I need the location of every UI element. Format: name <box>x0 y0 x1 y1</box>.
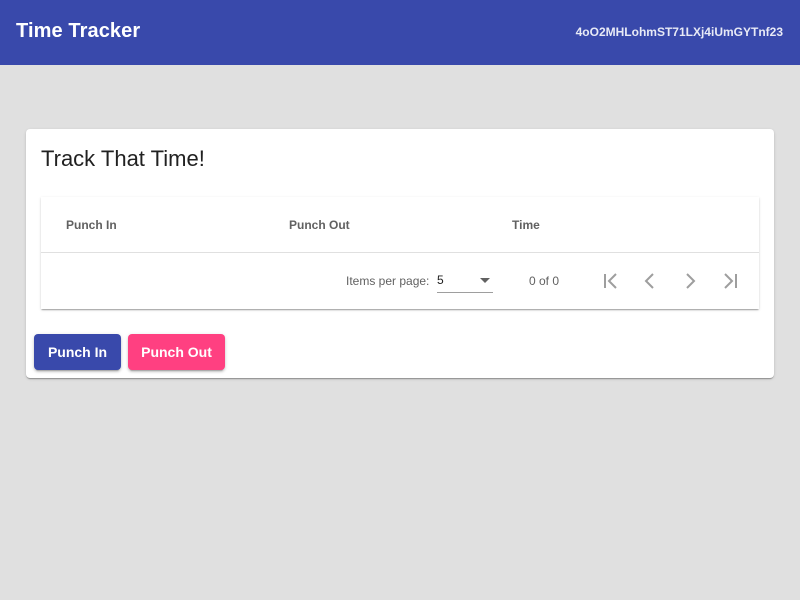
previous-page-icon <box>644 273 654 289</box>
column-header-punch-out[interactable]: Punch Out <box>289 218 350 232</box>
column-header-time[interactable]: Time <box>512 218 540 232</box>
first-page-button[interactable] <box>596 266 626 296</box>
user-id-label: 4oO2MHLohmST71LXj4iUmGYTnf23 <box>575 25 783 39</box>
dropdown-arrow-icon <box>480 278 490 283</box>
app-toolbar: Time Tracker 4oO2MHLohmST71LXj4iUmGYTnf2… <box>0 0 800 65</box>
last-page-button[interactable] <box>715 266 745 296</box>
items-per-page-value: 5 <box>437 273 444 287</box>
last-page-icon <box>724 273 737 289</box>
next-page-button[interactable] <box>675 266 705 296</box>
paginator: Items per page: 5 0 of 0 <box>41 253 759 309</box>
page-range-label: 0 of 0 <box>529 274 560 288</box>
items-per-page-label: Items per page: <box>346 274 430 288</box>
previous-page-button[interactable] <box>635 266 665 296</box>
punch-out-button[interactable]: Punch Out <box>128 334 225 370</box>
table-header-row: Punch In Punch Out Time <box>41 197 759 253</box>
column-header-punch-in[interactable]: Punch In <box>66 218 117 232</box>
first-page-icon <box>604 273 617 289</box>
next-page-icon <box>686 273 696 289</box>
time-tracker-card: Track That Time! Punch In Punch Out Time… <box>26 129 774 378</box>
card-title: Track That Time! <box>41 146 205 171</box>
app-title: Time Tracker <box>16 20 141 42</box>
punch-in-button[interactable]: Punch In <box>34 334 121 370</box>
time-entries-table: Punch In Punch Out Time Items per page: … <box>41 197 759 309</box>
items-per-page-select[interactable]: 5 <box>437 267 493 293</box>
